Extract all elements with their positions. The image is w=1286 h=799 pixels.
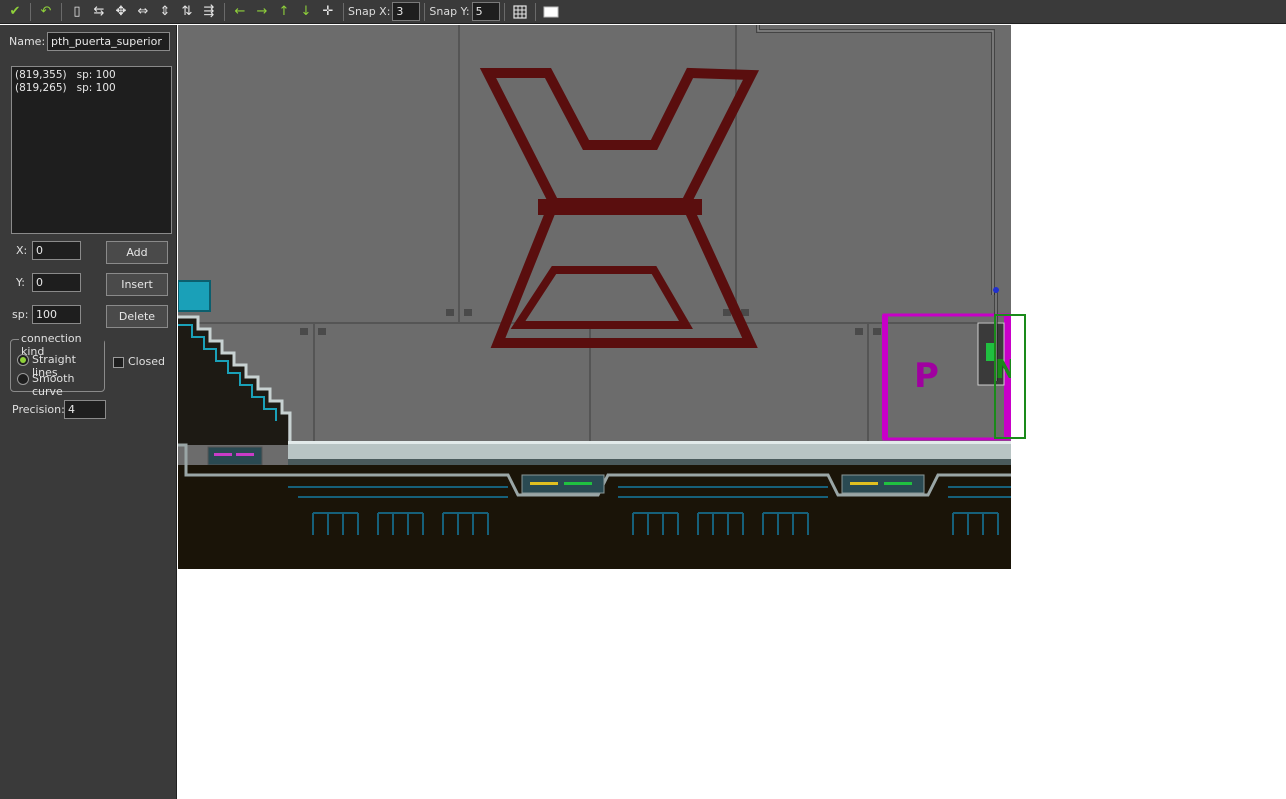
path-green-box-outside [1011,314,1026,439]
move-right-icon[interactable]: → [251,1,273,23]
move-down-icon[interactable]: ↓ [295,1,317,23]
path-properties-panel: Name: pth_puerta_superior (819,355) sp: … [0,25,177,799]
toolbar-separator [424,2,426,21]
teal-block [178,280,211,312]
flip-vertical-icon[interactable]: ⇕ [154,1,176,23]
precision-label: Precision: [12,403,65,416]
door-letter-n: N [995,355,1011,385]
straight-lines-radio[interactable] [17,354,29,366]
toolbar-separator [61,2,62,21]
rotate-icon[interactable]: ⇅ [176,1,198,23]
speed-input[interactable]: 100 [32,305,81,324]
smooth-curve-label: Smooth curve [32,372,75,398]
speed-label: sp: [12,308,29,321]
move-left-icon[interactable]: ← [229,1,251,23]
list-item[interactable]: (819,265) sp: 100 [15,82,168,95]
toolbar: ✔ ↶ ▯ ⇆ ✥ ⇔ ⇕ ⇅ ⇶ ← → ↑ ↓ ✛ Snap X: 3 Sn… [0,0,1286,24]
confirm-icon[interactable]: ✔ [4,1,26,23]
point-list[interactable]: (819,355) sp: 100 (819,265) sp: 100 [11,66,172,234]
scale-path-icon[interactable]: ⇶ [198,1,220,23]
y-label: Y: [16,276,25,289]
new-path-icon[interactable]: ▯ [66,1,88,23]
snap-x-label: Snap X: [348,5,391,18]
snap-x-input[interactable]: 3 [392,2,421,21]
snap-y-label: Snap Y: [429,5,470,18]
reverse-path-icon[interactable]: ⇆ [88,1,110,23]
closed-checkbox[interactable] [113,357,124,368]
undo-icon[interactable]: ↶ [35,1,57,23]
smooth-curve-radio[interactable] [17,373,29,385]
toolbar-separator [503,2,505,21]
x-input[interactable]: 0 [32,241,81,260]
name-label: Name: [9,35,46,48]
toolbar-separator [30,2,31,21]
show-room-icon[interactable] [540,1,562,23]
toolbar-separator [343,2,344,21]
connection-kind-group: connection kind Straight lines Smooth cu… [10,332,105,398]
snap-y-input[interactable]: 5 [471,2,500,21]
y-input[interactable]: 0 [32,273,81,292]
center-view-icon[interactable]: ✛ [317,1,339,23]
room-canvas[interactable]: P N [178,25,1011,569]
shift-path-icon[interactable]: ✥ [110,1,132,23]
x-label: X: [16,244,28,257]
precision-input[interactable]: 4 [64,400,106,419]
path-point [993,287,999,293]
insert-button[interactable]: Insert [106,273,168,296]
toolbar-separator [224,2,225,21]
delete-button[interactable]: Delete [106,305,168,328]
room-scene: P [178,25,1011,569]
grid-icon[interactable] [509,1,531,23]
closed-label: Closed [128,355,165,368]
door-letter-p: P [914,356,939,396]
mirror-horizontal-icon[interactable]: ⇔ [132,1,154,23]
add-button[interactable]: Add [106,241,168,264]
path-name-input[interactable]: pth_puerta_superior [47,32,170,51]
list-item[interactable]: (819,355) sp: 100 [15,69,168,82]
move-up-icon[interactable]: ↑ [273,1,295,23]
toolbar-separator [534,2,536,21]
